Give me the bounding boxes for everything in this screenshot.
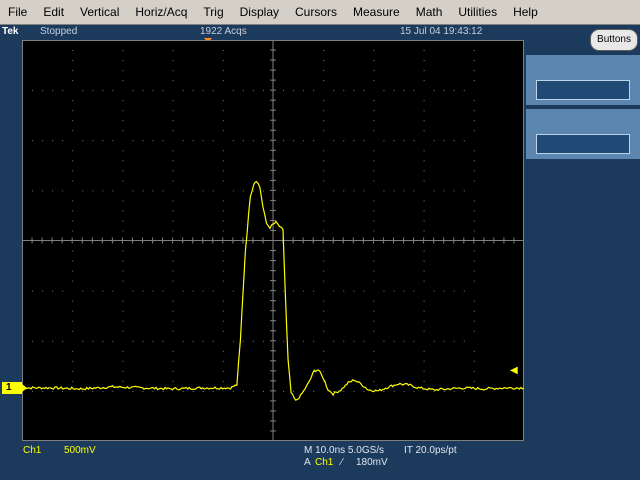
- control-field-2[interactable]: [536, 134, 630, 154]
- menu-bar: File Edit Vertical Horiz/Acq Trig Displa…: [0, 0, 640, 25]
- menu-cursors[interactable]: Cursors: [287, 0, 345, 24]
- menu-display[interactable]: Display: [232, 0, 287, 24]
- ch1-trace-area: [22, 180, 524, 401]
- trigger-mode-readout[interactable]: A: [304, 457, 311, 468]
- trigger-source-readout[interactable]: Ch1: [315, 457, 333, 468]
- menu-trig[interactable]: Trig: [195, 0, 231, 24]
- status-bar: Tek Stopped 1922 Acqs 15 Jul 04 19:43:12: [0, 25, 524, 40]
- trigger-level-readout[interactable]: 180mV: [356, 457, 388, 468]
- run-state: Stopped: [40, 26, 78, 37]
- control-slot-1: [526, 55, 640, 105]
- control-field-1[interactable]: [536, 80, 630, 100]
- menu-math[interactable]: Math: [408, 0, 451, 24]
- trigger-level-arrow-icon[interactable]: ◀: [510, 366, 518, 376]
- date-time: 15 Jul 04 19:43:12: [400, 26, 483, 37]
- control-panel: Buttons: [526, 25, 640, 480]
- acquisition-count: 1922 Acqs: [200, 26, 247, 37]
- buttons-button[interactable]: Buttons: [590, 29, 638, 51]
- timebase-readout[interactable]: M 10.0ns 5.0GS/s: [304, 445, 384, 456]
- waveform-display[interactable]: [22, 40, 524, 441]
- menu-edit[interactable]: Edit: [35, 0, 72, 24]
- interpolation-readout: IT 20.0ps/pt: [404, 445, 457, 456]
- menu-help[interactable]: Help: [505, 0, 546, 24]
- ch1-ground-marker[interactable]: 1: [2, 382, 27, 394]
- menu-measure[interactable]: Measure: [345, 0, 408, 24]
- ch1-waveform: [22, 180, 524, 401]
- brand-label: Tek: [2, 26, 19, 37]
- control-slot-2: [526, 109, 640, 159]
- trigger-slope-icon[interactable]: ⁄: [341, 457, 343, 468]
- readout-bar: Ch1 500mV M 10.0ns 5.0GS/s IT 20.0ps/pt …: [0, 442, 524, 480]
- menu-utilities[interactable]: Utilities: [450, 0, 505, 24]
- menu-horiz-acq[interactable]: Horiz/Acq: [127, 0, 195, 24]
- menu-vertical[interactable]: Vertical: [72, 0, 127, 24]
- ch1-scale-readout[interactable]: 500mV: [64, 445, 96, 456]
- ch1-readout-label[interactable]: Ch1: [23, 445, 41, 456]
- menu-file[interactable]: File: [0, 0, 35, 24]
